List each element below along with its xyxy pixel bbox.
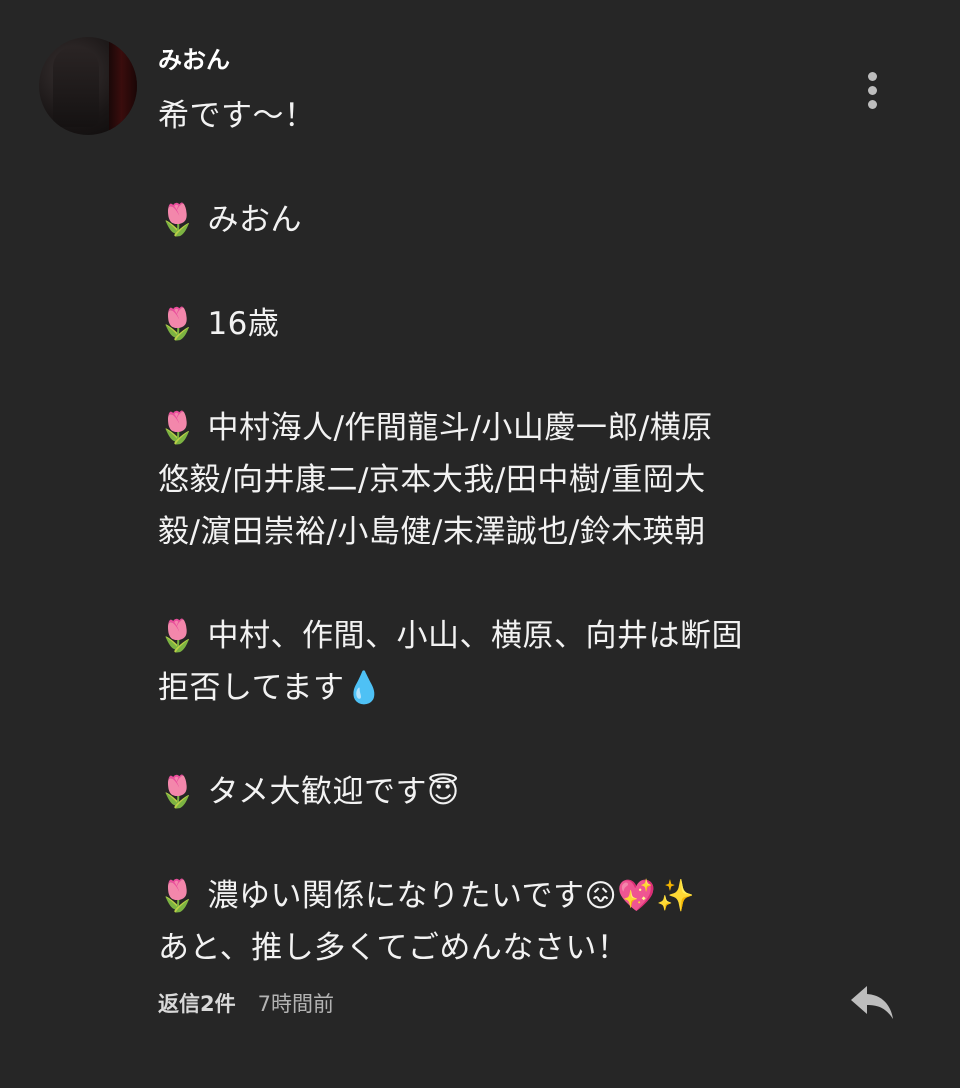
comment-line: 毅/濵田崇裕/小島健/末澤誠也/鈴木瑛朝	[158, 514, 706, 550]
comment-line	[158, 818, 818, 870]
comment-line: 希です〜！	[158, 98, 316, 134]
comment-line: 🌷 タメ大歓迎です😇	[158, 774, 460, 810]
avatar[interactable]	[39, 37, 137, 135]
comment-line: 拒否してます💧	[158, 670, 384, 706]
username[interactable]: みおん	[158, 44, 230, 76]
more-vertical-icon-dot	[867, 99, 877, 109]
comment-body: 希です〜！ 🌷 みおん 🌷 16歳 🌷 中村海人/作間龍斗/小山慶一郎/横原 悠…	[158, 90, 818, 974]
comment-line: 🌷 中村、作間、小山、横原、向井は断固	[158, 618, 743, 654]
comment-card: みおん 希です〜！ 🌷 みおん 🌷 16歳 🌷 中村海人/作間龍斗/小山慶一郎/…	[0, 0, 960, 1088]
comment-line	[158, 714, 818, 766]
reply-arrow-icon	[851, 986, 893, 1019]
timestamp: 7時間前	[257, 992, 334, 1016]
reply-button[interactable]	[846, 980, 898, 1026]
more-vertical-icon	[867, 71, 877, 81]
comment-line: 🌷 中村海人/作間龍斗/小山慶一郎/横原	[158, 410, 713, 446]
comment-line	[158, 246, 818, 298]
comment-line	[158, 350, 818, 402]
comment-line: 🌷 みおん	[158, 202, 302, 238]
comment-line: 🌷 濃ゆい関係になりたいです😖💖✨	[158, 878, 696, 914]
view-replies-link[interactable]: 返信2件	[158, 988, 236, 1018]
comment-line: 🌷 16歳	[158, 306, 280, 342]
comment-footer: 返信2件 7時間前	[158, 984, 334, 1022]
avatar-figure	[53, 47, 99, 127]
more-vertical-icon-dot	[867, 85, 877, 95]
avatar-curtain	[109, 37, 137, 135]
comment-line: あと、推し多くてごめんなさい！	[158, 930, 629, 966]
comment-line	[158, 142, 818, 194]
comment-line: 悠毅/向井康二/京本大我/田中樹/重岡大	[158, 462, 706, 498]
comment-line	[158, 558, 818, 610]
more-options-button[interactable]	[848, 62, 896, 118]
